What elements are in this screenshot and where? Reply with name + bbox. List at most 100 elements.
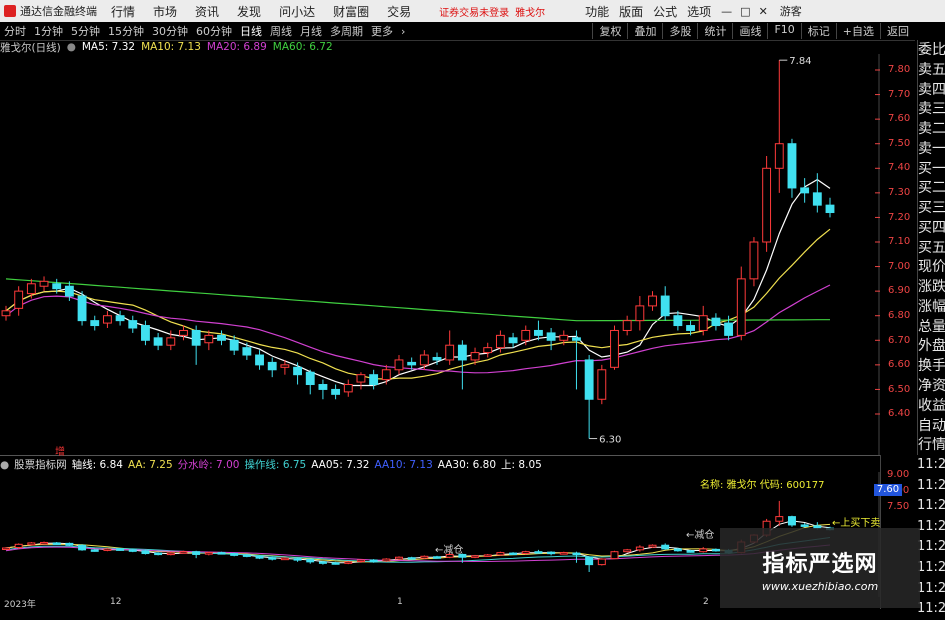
menu-wealth[interactable]: 财富圈 bbox=[333, 3, 369, 20]
mark-button[interactable]: 标记 bbox=[800, 23, 836, 39]
candle-body bbox=[648, 295, 657, 307]
sub-candle-body bbox=[420, 555, 429, 559]
candle-body bbox=[736, 278, 746, 336]
sub-candle-body bbox=[90, 549, 99, 552]
tab-1min[interactable]: 1分钟 bbox=[34, 23, 63, 39]
tab-more[interactable]: 更多 bbox=[371, 23, 393, 39]
sidebar-item[interactable]: 卖五 bbox=[918, 60, 945, 80]
sidebar-item[interactable]: 总量 bbox=[918, 317, 945, 337]
sub-candle-body bbox=[52, 542, 61, 545]
sidebar-item[interactable]: 自动 bbox=[918, 416, 945, 436]
menu-formula[interactable]: 公式 bbox=[653, 3, 677, 20]
adjust-button[interactable]: 复权 bbox=[592, 23, 627, 39]
price-tick-label: 7.00 bbox=[888, 260, 911, 272]
maximize-icon[interactable]: □ bbox=[740, 5, 750, 18]
tab-weekly[interactable]: 周线 bbox=[270, 23, 292, 39]
price-tick-label: 7.80 bbox=[888, 64, 911, 75]
candle-body bbox=[622, 320, 632, 331]
sidebar-item[interactable]: 买三 bbox=[918, 198, 945, 218]
candle-body bbox=[229, 339, 239, 351]
time-label-dec: 12 bbox=[110, 597, 122, 607]
sidebar-item[interactable]: 涨幅 bbox=[918, 297, 945, 317]
time-label-year: 2023年 bbox=[4, 600, 36, 610]
sidebar-item[interactable]: 换手 bbox=[918, 356, 945, 376]
menu-discover[interactable]: 发现 bbox=[237, 3, 261, 20]
sidebar-item[interactable]: 卖三 bbox=[918, 99, 945, 119]
multi-stock-button[interactable]: 多股 bbox=[662, 23, 697, 39]
settings-dot-icon[interactable]: ● bbox=[67, 41, 76, 53]
sub-candle-body bbox=[547, 551, 556, 555]
indicator-settings-icon[interactable]: ● bbox=[0, 459, 9, 471]
candle-body bbox=[356, 374, 366, 383]
add-watchlist-button[interactable]: +自选 bbox=[835, 23, 880, 39]
menu-ask[interactable]: 问小达 bbox=[279, 3, 315, 20]
back-button[interactable]: 返回 bbox=[880, 23, 915, 39]
candle-body bbox=[407, 361, 417, 366]
menu-market[interactable]: 市场 bbox=[153, 3, 177, 20]
sidebar-item[interactable]: 买五 bbox=[918, 238, 945, 258]
ma-line-ma10 bbox=[5, 228, 831, 380]
menu-layout[interactable]: 版面 bbox=[619, 3, 643, 20]
chevron-right-icon[interactable]: › bbox=[401, 25, 405, 38]
tab-intraday[interactable]: 分时 bbox=[4, 23, 26, 39]
guest-label[interactable]: 游客 bbox=[780, 3, 802, 19]
candle-body bbox=[597, 369, 607, 400]
candle-body bbox=[495, 334, 505, 349]
statistics-button[interactable]: 统计 bbox=[697, 23, 732, 39]
draw-line-button[interactable]: 画线 bbox=[732, 23, 767, 39]
login-notice[interactable]: 证券交易未登录 bbox=[439, 4, 509, 19]
sub-candle-body bbox=[65, 542, 74, 546]
menu-news[interactable]: 资讯 bbox=[195, 3, 219, 20]
indicator-name[interactable]: 股票指标网 bbox=[14, 457, 67, 472]
sidebar-item[interactable]: 买四 bbox=[918, 218, 945, 238]
overlay-button[interactable]: 叠加 bbox=[627, 23, 662, 39]
watermark-url: www.xuezhibiao.com bbox=[761, 580, 879, 593]
tab-monthly[interactable]: 月线 bbox=[300, 23, 322, 39]
minimize-icon[interactable]: — bbox=[721, 5, 732, 18]
sidebar-item[interactable]: 卖一 bbox=[918, 139, 945, 159]
tab-multi-period[interactable]: 多周期 bbox=[330, 23, 363, 39]
sub-candle-body bbox=[268, 557, 277, 560]
tab-15min[interactable]: 15分钟 bbox=[108, 23, 144, 39]
sub-axis-label: 7.50 bbox=[887, 501, 910, 512]
menu-trade[interactable]: 交易 bbox=[387, 3, 411, 20]
candle-body bbox=[457, 344, 467, 361]
candle-body bbox=[1, 310, 11, 317]
sidebar-item[interactable]: 买一 bbox=[918, 159, 945, 179]
tab-30min[interactable]: 30分钟 bbox=[152, 23, 188, 39]
sidebar-item[interactable]: 卖二 bbox=[918, 119, 945, 139]
sub-candle-body bbox=[192, 551, 201, 555]
sidebar-item[interactable]: 涨跌 bbox=[918, 277, 945, 297]
sidebar-item[interactable]: 外盘 bbox=[918, 336, 945, 356]
ma-line-ma5 bbox=[5, 178, 831, 387]
zeng-label: 增 bbox=[55, 447, 65, 458]
candle-body bbox=[77, 295, 87, 322]
tab-60min[interactable]: 60分钟 bbox=[196, 23, 232, 39]
menu-market-quote[interactable]: 行情 bbox=[111, 3, 135, 20]
sub-candle-body bbox=[14, 543, 23, 549]
menu-options[interactable]: 选项 bbox=[687, 3, 711, 20]
tab-daily[interactable]: 日线 bbox=[240, 23, 262, 39]
sub-axis-label: 9.00 bbox=[887, 469, 910, 480]
sidebar-item[interactable]: 收益 bbox=[918, 396, 945, 416]
sidebar-item[interactable]: 净资 bbox=[918, 376, 945, 396]
price-tick-label: 7.30 bbox=[888, 187, 911, 198]
candle-body bbox=[179, 329, 188, 336]
sidebar-item[interactable]: 委比 bbox=[918, 40, 945, 60]
sidebar-item[interactable]: 现价 bbox=[918, 257, 945, 277]
ma-line-ma60 bbox=[5, 278, 830, 322]
sub-candle-body bbox=[635, 546, 644, 551]
sub-candle-body bbox=[344, 561, 353, 564]
sidebar-item[interactable]: 行情 bbox=[918, 435, 945, 455]
candle-body bbox=[559, 334, 569, 341]
menu-function[interactable]: 功能 bbox=[585, 3, 609, 20]
sub-candle-body bbox=[509, 552, 518, 556]
tab-5min[interactable]: 5分钟 bbox=[71, 23, 100, 39]
candlestick-chart[interactable]: 7.84 6.30 bbox=[0, 54, 880, 455]
candle-body bbox=[293, 366, 302, 376]
close-icon[interactable]: ✕ bbox=[759, 5, 768, 18]
title-bar: 通达信金融终端 行情 市场 资讯 发现 问小达 财富圈 交易 证券交易未登录 雅… bbox=[0, 0, 945, 22]
sidebar-item[interactable]: 买二 bbox=[918, 178, 945, 198]
f10-button[interactable]: F10 bbox=[767, 23, 800, 39]
sidebar-item[interactable]: 卖四 bbox=[918, 80, 945, 100]
